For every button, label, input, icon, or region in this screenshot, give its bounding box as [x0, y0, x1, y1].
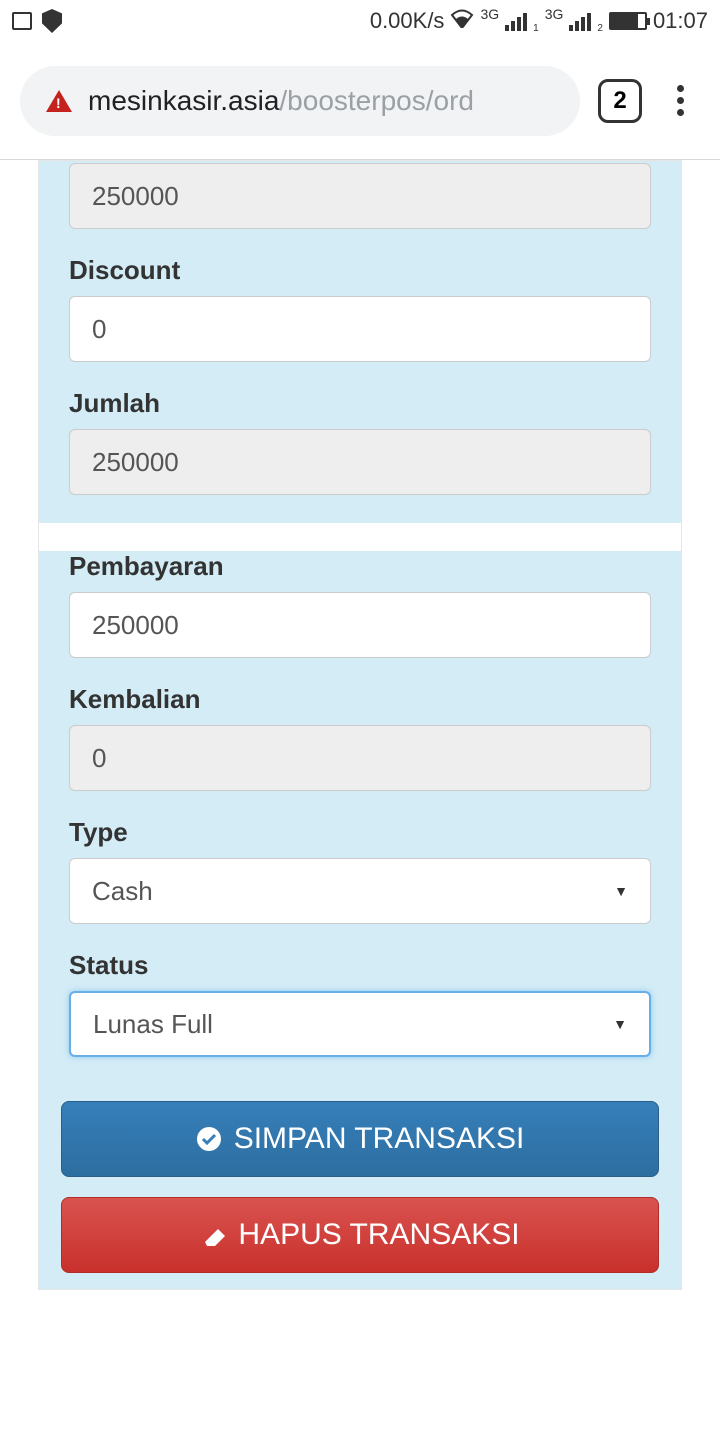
- status-right: 0.00K/s 3G 1 3G 2 01:07: [370, 8, 708, 34]
- insecure-warning-icon: [46, 90, 72, 112]
- form-container: 250000 Discount Jumlah 250000 Pembayaran…: [38, 160, 682, 1290]
- sim2-label: 3G: [545, 6, 564, 22]
- check-circle-icon: [196, 1126, 222, 1152]
- save-button-label: SIMPAN TRANSAKSI: [234, 1122, 525, 1156]
- chevron-down-icon: ▼: [613, 1016, 627, 1032]
- panel-totals: 250000 Discount Jumlah 250000: [39, 161, 681, 523]
- url-path: /boosterpos/ord: [279, 85, 474, 116]
- status-select[interactable]: Lunas Full ▼: [69, 991, 651, 1057]
- discount-input[interactable]: [69, 296, 651, 362]
- battery-icon: [609, 12, 647, 30]
- kembalian-field: 0: [69, 725, 651, 791]
- sim1-label: 3G: [480, 6, 499, 22]
- browser-menu-button[interactable]: [660, 85, 700, 116]
- page-content: 250000 Discount Jumlah 250000 Pembayaran…: [0, 160, 720, 1290]
- status-left: [12, 9, 62, 33]
- pembayaran-input[interactable]: [69, 592, 651, 658]
- pembayaran-label: Pembayaran: [69, 551, 651, 582]
- eraser-icon: [200, 1222, 226, 1248]
- signal-icon-2: [569, 11, 591, 31]
- action-area: SIMPAN TRANSAKSI HAPUS TRANSAKSI: [39, 1085, 681, 1289]
- kembalian-label: Kembalian: [69, 684, 651, 715]
- kembalian-group: Kembalian 0: [69, 684, 651, 791]
- url-text: mesinkasir.asia/boosterpos/ord: [88, 85, 474, 117]
- image-icon: [12, 12, 32, 30]
- url-domain: mesinkasir.asia: [88, 85, 279, 116]
- panel-payment: Pembayaran Kembalian 0 Type Cash ▼ Statu…: [39, 551, 681, 1085]
- status-group: Status Lunas Full ▼: [69, 950, 651, 1057]
- jumlah-group: Jumlah 250000: [69, 388, 651, 495]
- type-group: Type Cash ▼: [69, 817, 651, 924]
- delete-button-label: HAPUS TRANSAKSI: [238, 1218, 519, 1252]
- save-transaction-button[interactable]: SIMPAN TRANSAKSI: [61, 1101, 659, 1177]
- tab-count-value: 2: [613, 87, 626, 115]
- status-label: Status: [69, 950, 651, 981]
- discount-group: Discount: [69, 255, 651, 362]
- discount-label: Discount: [69, 255, 651, 286]
- android-status-bar: 0.00K/s 3G 1 3G 2 01:07: [0, 0, 720, 42]
- jumlah-label: Jumlah: [69, 388, 651, 419]
- shield-icon: [42, 9, 62, 33]
- signal-icon-1: [505, 11, 527, 31]
- type-label: Type: [69, 817, 651, 848]
- url-bar[interactable]: mesinkasir.asia/boosterpos/ord: [20, 66, 580, 136]
- network-speed: 0.00K/s: [370, 8, 445, 34]
- tab-switcher[interactable]: 2: [598, 79, 642, 123]
- delete-transaction-button[interactable]: HAPUS TRANSAKSI: [61, 1197, 659, 1273]
- subtotal-field: 250000: [69, 163, 651, 229]
- chevron-down-icon: ▼: [614, 883, 628, 899]
- jumlah-field: 250000: [69, 429, 651, 495]
- pembayaran-group: Pembayaran: [69, 551, 651, 658]
- wifi-icon: [450, 8, 474, 34]
- browser-toolbar: mesinkasir.asia/boosterpos/ord 2: [0, 42, 720, 160]
- type-select[interactable]: Cash ▼: [69, 858, 651, 924]
- clock: 01:07: [653, 8, 708, 34]
